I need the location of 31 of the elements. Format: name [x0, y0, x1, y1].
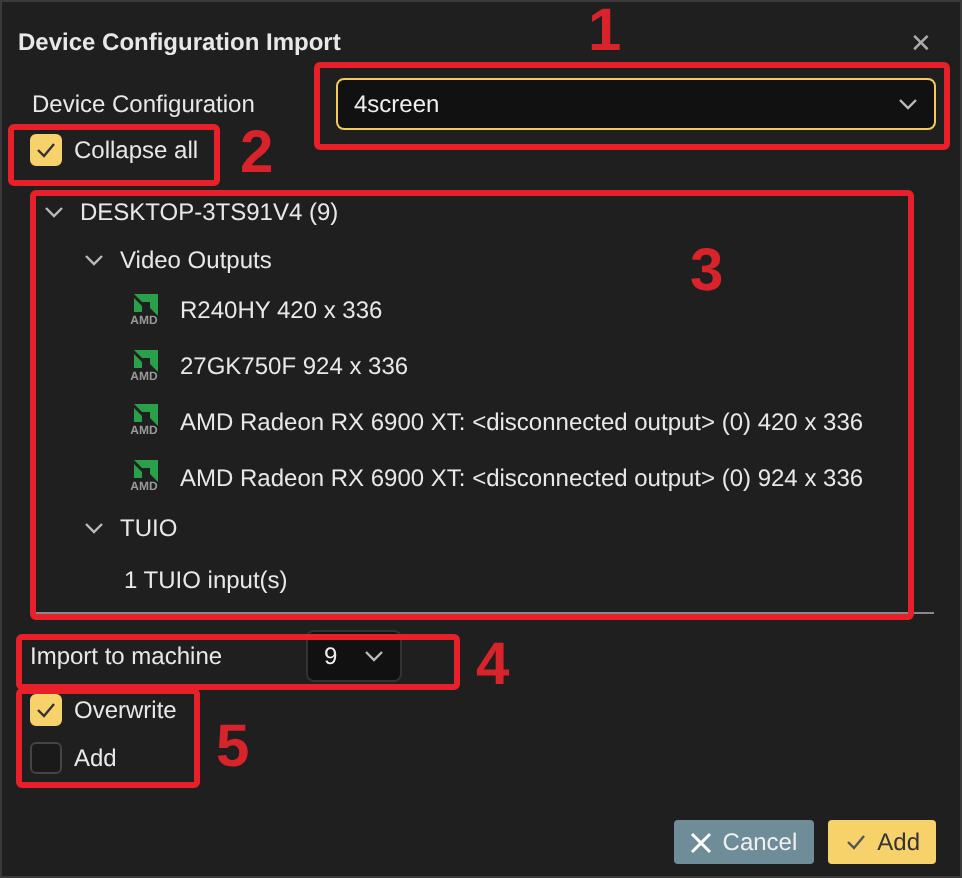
configuration-dropdown[interactable]: 4screen: [336, 78, 936, 130]
chevron-icon[interactable]: [44, 201, 64, 222]
chevron-icon[interactable]: [898, 94, 918, 114]
window-title: Device Configuration Import: [18, 28, 341, 56]
callout-number: 1: [588, 2, 622, 62]
callout-number: 4: [476, 636, 510, 696]
callout-number: 5: [216, 718, 250, 778]
tree-item[interactable]: AMD Radeon RX 6900 XT: <disconnected output> (0) 924 x 336: [180, 463, 864, 492]
tree-item[interactable]: 27GK750F 924 x 336: [180, 352, 409, 381]
tree-item[interactable]: Video Outputs: [120, 245, 272, 274]
callout-number: 2: [240, 124, 274, 184]
collapse-all-checkbox[interactable]: Collapse all: [30, 134, 199, 166]
option-checkbox[interactable]: Add: [30, 742, 117, 774]
field-label: Import to machine: [30, 642, 223, 670]
check-icon: [34, 138, 58, 162]
callout-number: 3: [690, 242, 724, 302]
tree-item[interactable]: 1 TUIO input(s): [124, 566, 288, 595]
tree-item[interactable]: DESKTOP-3TS91V4 (9): [80, 197, 339, 226]
add-button[interactable]: Add: [827, 820, 936, 864]
close-icon: [690, 831, 713, 853]
tree-item[interactable]: R240HY 420 x 336: [180, 296, 383, 325]
check-icon: [843, 830, 868, 854]
chevron-icon[interactable]: [364, 646, 385, 666]
check-icon: [34, 698, 58, 722]
tree-item[interactable]: TUIO: [120, 514, 178, 543]
option-checkbox[interactable]: Overwrite: [30, 694, 177, 726]
tree-item[interactable]: AMD Radeon RX 6900 XT: <disconnected output> (0) 420 x 336: [180, 407, 864, 436]
chevron-icon[interactable]: [84, 518, 104, 539]
close-button[interactable]: ✕: [910, 27, 932, 57]
chevron-icon[interactable]: [84, 249, 104, 270]
field-label: Device Configuration: [32, 90, 255, 118]
